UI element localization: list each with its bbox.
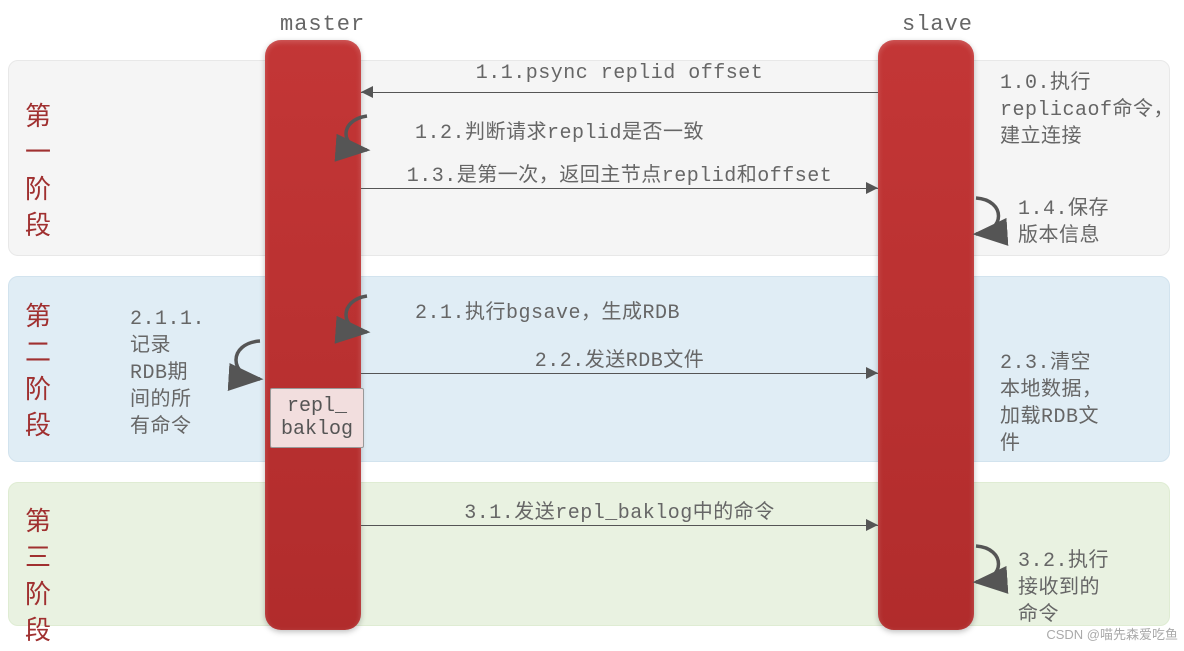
phase-1-label: 第一阶段 bbox=[24, 100, 52, 246]
arrow-left-icon bbox=[361, 86, 373, 98]
note-1-4: 1.4.保存 版本信息 bbox=[1018, 196, 1109, 250]
msg-3-1-label: 3.1.发送repl_baklog中的命令 bbox=[361, 495, 878, 525]
note-1-0: 1.0.执行 replicaof命令， 建立连接 bbox=[1000, 70, 1174, 151]
msg-1-1-arrow: 1.1.psync replid offset bbox=[361, 82, 878, 102]
msg-2-1-1-loop bbox=[210, 335, 270, 385]
msg-2-2-label: 2.2.发送RDB文件 bbox=[361, 343, 878, 373]
actor-master-label: master bbox=[280, 12, 365, 37]
msg-1-2-label: 1.2.判断请求replid是否一致 bbox=[415, 120, 704, 147]
repl-baklog-box: repl_ baklog bbox=[270, 388, 364, 448]
phase-2-label: 第二阶段 bbox=[24, 300, 52, 446]
phase-3-label: 第三阶段 bbox=[24, 505, 52, 651]
msg-2-1-loop bbox=[361, 290, 421, 338]
actor-slave-label: slave bbox=[902, 12, 973, 37]
msg-1-3-label: 1.3.是第一次，返回主节点replid和offset bbox=[361, 158, 878, 188]
note-3-2: 3.2.执行 接收到的 命令 bbox=[1018, 548, 1109, 629]
msg-1-2-loop bbox=[361, 110, 421, 156]
note-2-3: 2.3.清空 本地数据， 加载RDB文 件 bbox=[1000, 350, 1103, 458]
msg-1-3-arrow: 1.3.是第一次，返回主节点replid和offset bbox=[361, 178, 878, 198]
msg-2-1-label: 2.1.执行bgsave，生成RDB bbox=[415, 300, 680, 327]
watermark: CSDN @喵先森爱吃鱼 bbox=[1046, 624, 1178, 643]
msg-2-2-arrow: 2.2.发送RDB文件 bbox=[361, 363, 878, 383]
note-2-1-1: 2.1.1. 记录 RDB期 间的所 有命令 bbox=[130, 306, 205, 441]
msg-3-1-arrow: 3.1.发送repl_baklog中的命令 bbox=[361, 515, 878, 535]
slave-lifeline bbox=[878, 40, 974, 630]
msg-1-1-label: 1.1.psync replid offset bbox=[361, 62, 878, 85]
